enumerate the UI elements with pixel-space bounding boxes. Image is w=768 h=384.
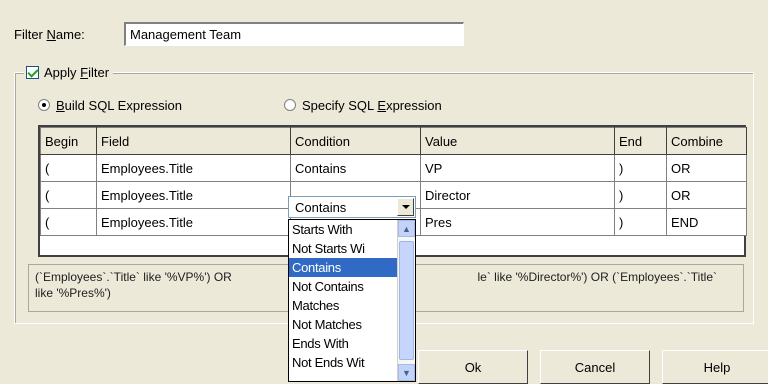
build-sql-radio[interactable]: [38, 99, 50, 111]
cell-begin[interactable]: (: [40, 154, 97, 182]
scroll-up-arrow-icon[interactable]: ▲: [398, 220, 415, 237]
cell-field[interactable]: Employees.Title: [96, 154, 291, 182]
build-sql-label: Build SQL Expression: [56, 97, 182, 113]
cell-combine[interactable]: OR: [666, 181, 747, 209]
apply-filter-label: Apply Filter: [44, 64, 110, 80]
sql-preview-line1-left: (`Employees`.`Title` like '%VP%') OR: [35, 270, 232, 284]
cancel-button[interactable]: Cancel: [540, 350, 650, 384]
scroll-down-arrow-icon[interactable]: ▼: [398, 364, 415, 381]
cell-end[interactable]: ): [614, 208, 667, 236]
column-header-end[interactable]: End: [614, 127, 667, 155]
condition-options: Starts With Not Starts Wi Contains Not C…: [289, 220, 397, 381]
scrollbar-thumb[interactable]: [399, 241, 414, 360]
dropdown-scrollbar[interactable]: ▲ ▼: [397, 220, 415, 381]
chevron-down-icon: [401, 205, 410, 209]
filter-name-label: Filter Name:: [14, 27, 85, 42]
cell-field[interactable]: Employees.Title: [96, 181, 291, 209]
list-item[interactable]: Not Contains: [289, 277, 397, 296]
apply-filter-checkbox[interactable]: [26, 65, 39, 79]
list-item-selected[interactable]: Contains: [289, 258, 397, 277]
cell-begin[interactable]: (: [40, 208, 97, 236]
cell-value[interactable]: Pres: [420, 208, 615, 236]
condition-combobox[interactable]: Contains: [288, 196, 416, 218]
apply-filter-checkbox-row[interactable]: Apply Filter: [24, 62, 114, 82]
column-header-value[interactable]: Value: [420, 127, 615, 155]
column-header-begin[interactable]: Begin: [40, 127, 97, 155]
list-item[interactable]: Starts With: [289, 220, 397, 239]
list-item[interactable]: Not Starts Wi: [289, 239, 397, 258]
combobox-dropdown-button[interactable]: [397, 198, 414, 216]
list-item[interactable]: Not Ends Wit: [289, 353, 397, 372]
cell-condition[interactable]: Contains: [290, 154, 421, 182]
cell-begin[interactable]: (: [40, 181, 97, 209]
column-header-combine[interactable]: Combine: [666, 127, 747, 155]
grid-header-row: Begin Field Condition Value End Combine: [40, 127, 747, 155]
column-header-condition[interactable]: Condition: [290, 127, 421, 155]
cell-end[interactable]: ): [614, 181, 667, 209]
cell-field[interactable]: Employees.Title: [96, 208, 291, 236]
list-item[interactable]: Not Matches: [289, 315, 397, 334]
list-item[interactable]: Ends With: [289, 334, 397, 353]
build-sql-radio-row[interactable]: Build SQL Expression: [38, 96, 182, 114]
filter-name-input[interactable]: [124, 22, 464, 46]
cell-value[interactable]: VP: [420, 154, 615, 182]
condition-combobox-value: Contains: [295, 199, 347, 215]
cell-combine[interactable]: OR: [666, 154, 747, 182]
specify-sql-radio-row[interactable]: Specify SQL Expression: [284, 96, 442, 114]
cell-end[interactable]: ): [614, 154, 667, 182]
specify-sql-radio[interactable]: [284, 99, 296, 111]
condition-dropdown-list[interactable]: Starts With Not Starts Wi Contains Not C…: [288, 219, 416, 382]
sql-preview-line1-right: le` like '%Director%') OR (`Employees`.`…: [477, 270, 717, 284]
specify-sql-label: Specify SQL Expression: [302, 97, 442, 113]
cell-combine[interactable]: END: [666, 208, 747, 236]
cell-value[interactable]: Director: [420, 181, 615, 209]
table-row[interactable]: ( Employees.Title Contains VP ) OR: [40, 154, 747, 182]
ok-button[interactable]: Ok: [418, 350, 528, 384]
scrollbar-track[interactable]: [398, 237, 415, 364]
column-header-field[interactable]: Field: [96, 127, 291, 155]
help-button[interactable]: Help: [662, 350, 768, 384]
list-item[interactable]: Matches: [289, 296, 397, 315]
